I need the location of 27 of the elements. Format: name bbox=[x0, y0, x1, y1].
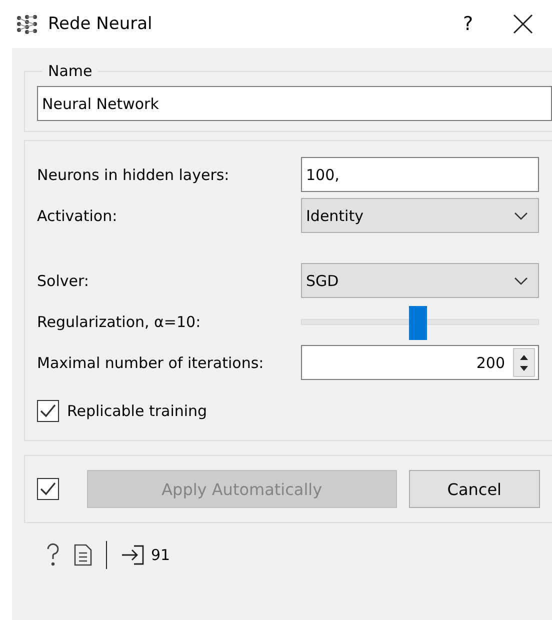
neurons-field[interactable]: 100, bbox=[301, 157, 539, 192]
input-arrow-icon bbox=[121, 544, 145, 566]
input-count: 91 bbox=[151, 546, 170, 564]
network-icon bbox=[16, 13, 38, 35]
group-title: Name bbox=[47, 62, 94, 80]
chevron-down-icon bbox=[514, 276, 528, 284]
field-label: Activation: bbox=[37, 206, 118, 224]
window-title: Rede Neural bbox=[48, 14, 154, 34]
iterations-spinbox[interactable]: 200 bbox=[301, 345, 539, 380]
help-button[interactable]: ? bbox=[448, 6, 488, 42]
checkbox[interactable] bbox=[37, 400, 59, 422]
solver-dropdown[interactable]: SGD bbox=[301, 263, 539, 298]
name-field[interactable]: Neural Network bbox=[37, 86, 552, 121]
field-label: Solver: bbox=[37, 272, 90, 290]
chevron-down-icon bbox=[514, 212, 528, 220]
field-label: Maximal number of iterations: bbox=[37, 354, 265, 372]
activation-dropdown[interactable]: Identity bbox=[301, 198, 539, 233]
field-label: Regularization, α=10: bbox=[37, 312, 202, 330]
help-icon[interactable] bbox=[46, 543, 60, 567]
slider-thumb[interactable] bbox=[408, 306, 427, 340]
document-icon[interactable] bbox=[74, 544, 92, 566]
field-label: Neurons in hidden layers: bbox=[37, 166, 230, 184]
cancel-button[interactable]: Cancel bbox=[408, 470, 540, 508]
spin-arrows-icon[interactable] bbox=[519, 352, 529, 372]
checkbox-label: Replicable training bbox=[67, 402, 208, 420]
close-icon[interactable] bbox=[512, 13, 534, 35]
checkbox[interactable] bbox=[37, 478, 59, 500]
